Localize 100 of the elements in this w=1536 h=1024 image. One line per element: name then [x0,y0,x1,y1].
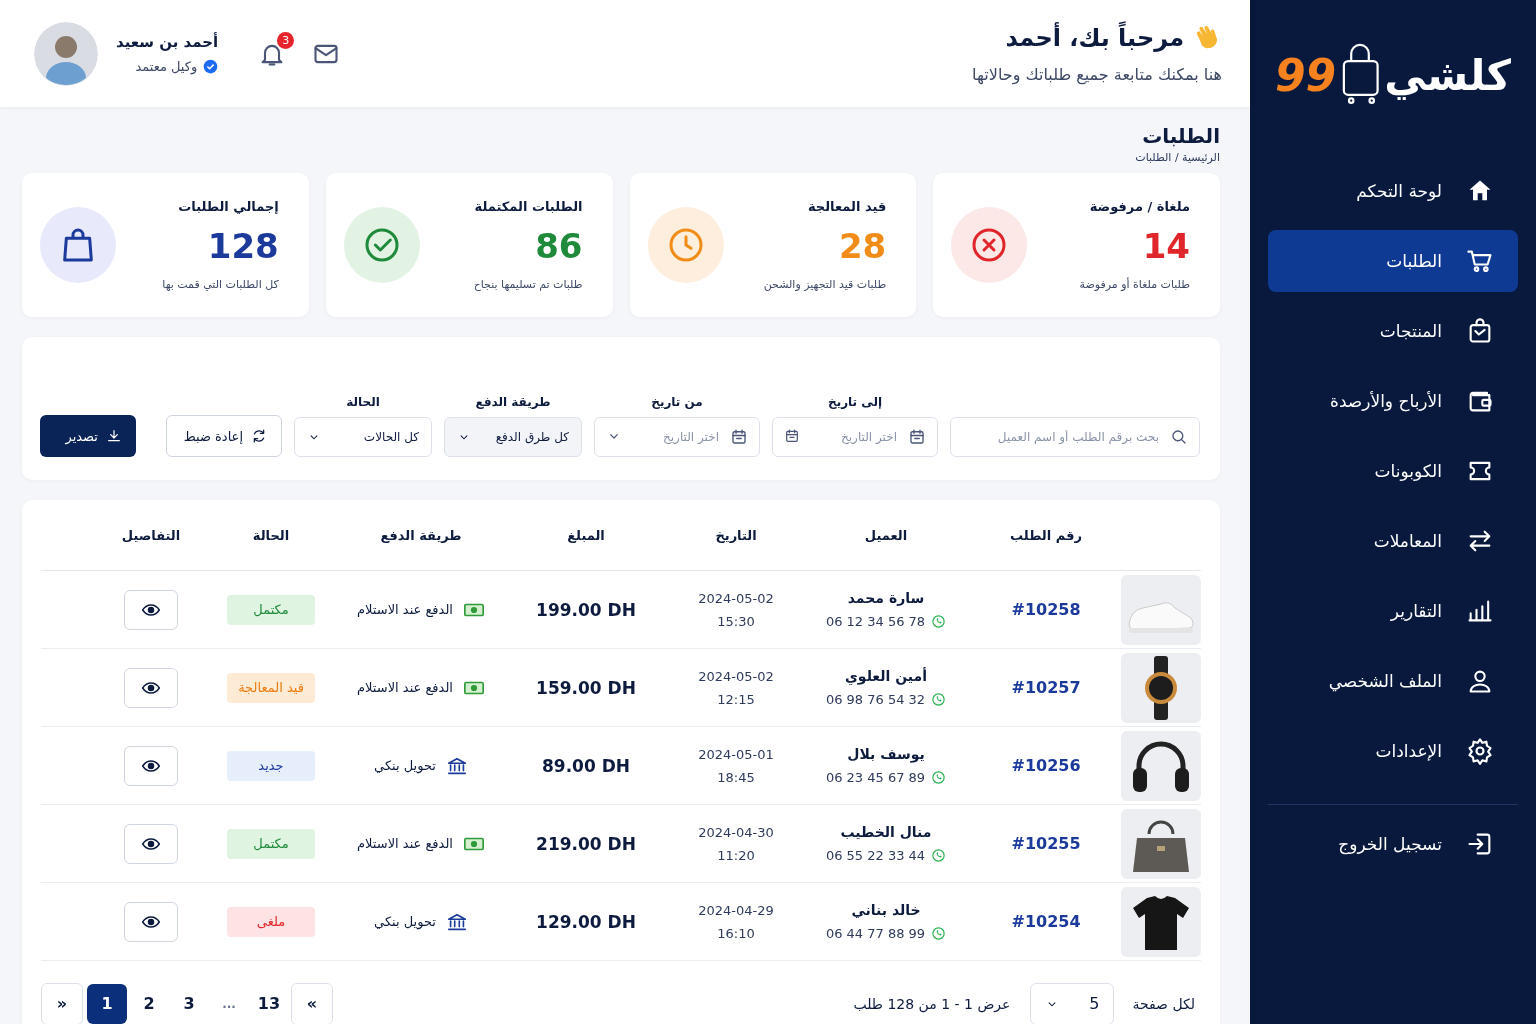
stat-value: 86 [534,226,583,266]
avatar[interactable] [34,21,98,86]
status-badge: ملغى [227,906,315,937]
customer-name: خالد بناني [851,902,921,918]
stat-title: ملغاة / مرفوضة [1088,199,1190,214]
user-role: وكيل معتمد [135,59,198,74]
page-button[interactable]: ... [211,983,247,1024]
order-number[interactable]: #10258 [1011,600,1081,619]
page-button[interactable]: 2 [131,983,167,1024]
page-button[interactable]: 1 [87,983,127,1024]
calendar-icon [730,428,748,446]
sidebar-item[interactable]: المعاملات [1268,510,1518,572]
stat-title: إجمالي الطلبات [177,199,279,214]
order-date: 2024-05-01 [698,746,774,762]
payment-method: تحويل بنكي [374,914,436,929]
phone-icon [931,614,947,629]
order-date: 2024-05-02 [698,590,774,606]
export-button[interactable]: تصدير [40,415,136,457]
status-badge: مكتمل [227,594,315,625]
results-summary: عرض 1 - 1 من 128 طلب [853,995,1011,1012]
order-date: 2024-05-02 [698,668,774,684]
welcome-subtitle: هنا بمكنك متابعة جميع طلباتك وحالاتها [972,65,1222,84]
sidebar-item[interactable]: الملف الشخصي [1268,650,1518,712]
order-amount: 129.00 DH [536,911,636,932]
status-badge: جديد [227,750,315,781]
date-field[interactable]: اختر التاريخ [772,417,938,457]
page-button[interactable]: 13 [251,983,287,1024]
page-button[interactable]: 3 [171,983,207,1024]
phone-icon [931,692,947,707]
sidebar-item[interactable]: التقارير [1268,580,1518,642]
stat-value: 14 [1141,226,1190,266]
order-amount: 89.00 DH [542,755,630,776]
order-number[interactable]: #10257 [1011,678,1081,697]
view-button[interactable] [124,823,178,864]
stat-caption: طلبات قيد التجهيز والشحن [763,278,887,291]
order-amount: 159.00 DH [536,677,636,698]
phone-icon [931,848,947,863]
filter-label: طريقة الدفع [475,395,551,409]
status-badge: قيد المعالجة [227,672,315,703]
order-number[interactable]: #10256 [1011,756,1081,775]
order-number[interactable]: #10254 [1011,912,1081,931]
column-header: الحالة [252,527,290,543]
customer-name: سارة محمد [847,590,925,606]
payment-method: تحويل بنكي [374,758,436,773]
order-number[interactable]: #10255 [1011,834,1081,853]
order-amount: 219.00 DH [536,833,636,854]
customer-name: منال الخطيب [840,824,932,840]
stat-caption: طلبات ملغاة أو مرفوضة [1079,278,1190,291]
view-button[interactable] [124,667,178,708]
column-header: رقم الطلب [1010,527,1082,543]
sidebar-item[interactable]: الكوبونات [1268,440,1518,502]
sidebar-item[interactable]: لوحة التحكم [1268,160,1518,222]
stat-caption: كل الطلبات التي قمت بها [162,278,279,291]
logo-text: كلشي [1384,50,1511,100]
customer-name: أمين العلوي [845,668,927,684]
stat-value: 28 [837,226,887,266]
phone-number: 06 55 22 33 44 [825,848,926,863]
payment-method: الدفع عند الاستلام [357,602,453,617]
view-button[interactable] [124,589,178,630]
logout-item[interactable]: تسجيل الخروج [1268,813,1518,875]
breadcrumb: الرئيسية / الطلبات [1135,151,1220,165]
column-header: المبلغ [567,527,605,543]
calendar-icon [784,428,800,444]
stat-caption: طلبات تم تسليمها بنجاح [473,278,583,291]
sidebar-item[interactable]: المنتجات [1268,300,1518,362]
sidebar-item[interactable]: الإعدادات [1268,720,1518,782]
order-date: 2024-04-30 [698,824,774,840]
payment-method: الدفع عند الاستلام [357,836,453,851]
column-header: التاريخ [715,527,757,543]
page-title: الطلبات [1142,123,1220,149]
sidebar-item[interactable]: الطلبات [1268,230,1518,292]
column-header: العميل [864,527,908,543]
search-icon [1170,428,1188,446]
phone-icon [931,770,947,785]
view-button[interactable] [124,745,178,786]
phone-number: 06 23 45 67 89 [825,770,926,785]
phone-number: 06 12 34 56 78 [825,614,926,629]
payment-method: الدفع عند الاستلام [357,680,453,695]
column-header: التفاصيل [121,527,181,543]
reset-button[interactable]: إعادة ضبط [166,415,282,457]
stat-value: 128 [206,226,279,266]
per-page-label: لكل صفحة [1132,995,1195,1012]
calendar-icon [908,428,926,446]
filter-label: إلى تاريخ [828,395,882,409]
stat-title: الطلبات المكتملة [473,199,583,214]
sidebar-item[interactable]: الأرباح والأرصدة [1268,370,1518,432]
view-button[interactable] [124,901,178,942]
user-name: أحمد بن سعيد [116,33,219,51]
logo-number: 99 [1274,49,1337,101]
phone-icon [931,926,947,941]
order-time: 16:10 [717,925,755,941]
dropdown[interactable]: كل طرق الدفع [444,417,582,457]
filter-label: من تاريخ [651,395,703,409]
date-field[interactable]: اختر التاريخ [594,417,760,457]
order-time: 18:45 [717,769,755,785]
stat-title: قيد المعالجة [807,199,887,214]
order-time: 11:20 [717,847,755,863]
phone-number: 06 98 76 54 32 [825,692,926,707]
order-time: 12:15 [717,691,755,707]
dropdown[interactable]: كل الحالات [294,417,432,457]
